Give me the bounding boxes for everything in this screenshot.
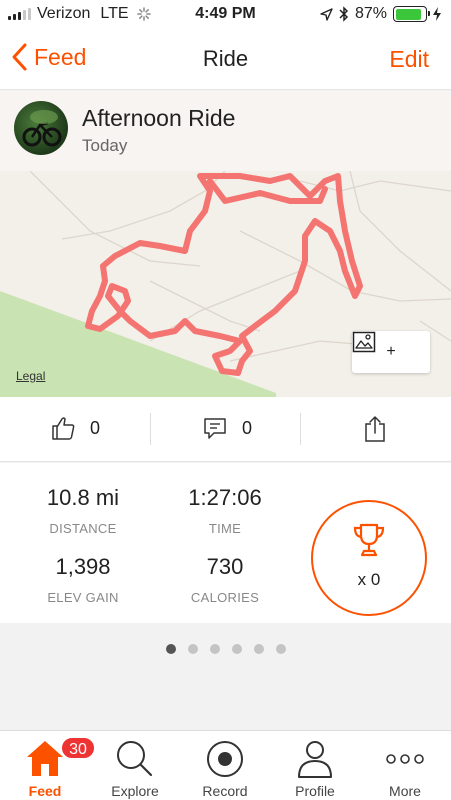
stat-calories: 730 CALORIES [145,554,305,605]
page-dot[interactable] [165,644,176,654]
search-icon [117,741,153,777]
status-right: 87% [320,5,441,23]
activity-name: Afternoon Ride [82,105,236,131]
page-dot[interactable] [275,644,286,654]
battery-percent: 87% [354,5,387,22]
action-divider [300,413,301,445]
page-indicator [0,644,451,654]
comments-count: 0 [242,417,253,438]
add-photo-button[interactable]: + [352,331,430,373]
avatar[interactable] [14,101,68,155]
image-icon [352,331,376,353]
tab-label: Explore [111,783,159,799]
activity-header[interactable]: Afternoon Ride Today [0,91,451,171]
battery-icon [393,6,430,22]
page-dot[interactable] [187,644,198,654]
home-icon [27,741,63,776]
tab-more[interactable]: More [360,731,450,800]
status-bar: Verizon LTE 4:49 PM 87% [0,0,451,30]
stats-panel: 10.8 mi DISTANCE 1:27:06 TIME 1,398 ELEV… [0,463,451,623]
navigation-bar: Feed Ride Edit [0,30,451,90]
calories-value: 730 [206,554,244,579]
kudos-button[interactable]: 0 [50,415,100,441]
thumbs-up-icon [52,417,75,440]
activity-date: Today [82,136,128,155]
kudos-count: 0 [90,417,101,438]
share-button[interactable] [364,415,386,443]
map-legal-link[interactable]: Legal [16,369,45,383]
calories-label: CALORIES [190,590,260,605]
bluetooth-icon [339,6,349,22]
avatar-image [22,110,62,147]
elev-gain-label: ELEV GAIN [47,590,119,605]
comment-button[interactable]: 0 [202,415,252,441]
tab-feed[interactable]: 30 Feed [0,731,96,800]
charging-bolt-icon [433,7,441,21]
comment-icon [204,418,226,439]
time-label: TIME [208,521,242,536]
page-dot[interactable] [253,644,264,654]
back-button-label: Feed [34,43,87,70]
tab-label: More [389,783,421,799]
route-map[interactable]: Legal + [0,171,451,397]
profile-icon [298,741,332,778]
time-value: 1:27:06 [188,485,262,510]
action-bar: 0 0 [0,397,451,462]
edit-button[interactable]: Edit [389,46,429,73]
elev-gain-value: 1,398 [55,554,111,579]
back-button[interactable]: Feed [10,42,86,72]
stat-time: 1:27:06 TIME [145,485,305,536]
achievements-button[interactable]: x 0 [311,500,427,616]
stat-distance: 10.8 mi DISTANCE [3,485,163,536]
tab-label: Feed [28,783,62,799]
battery-level [395,8,421,20]
tab-explore[interactable]: Explore [90,731,180,800]
tab-label: Profile [295,783,335,799]
share-icon [365,416,385,442]
page-dot[interactable] [231,644,242,654]
distance-value: 10.8 mi [46,485,120,510]
tab-record[interactable]: Record [180,731,270,800]
tab-bar: 30 Feed Explore Record Profile More [0,730,451,800]
trophy-icon [353,523,385,557]
location-arrow-icon [320,7,333,21]
chevron-left-icon [12,43,27,71]
more-icon [386,754,424,764]
action-divider [150,413,151,445]
tab-profile[interactable]: Profile [270,731,360,800]
page-dot[interactable] [209,644,220,654]
add-photo-plus: + [386,343,396,360]
tab-label: Record [202,783,248,799]
stat-elev-gain: 1,398 ELEV GAIN [3,554,163,605]
distance-label: DISTANCE [49,521,117,536]
record-icon [207,741,243,777]
achievements-count: x 0 [357,570,381,589]
